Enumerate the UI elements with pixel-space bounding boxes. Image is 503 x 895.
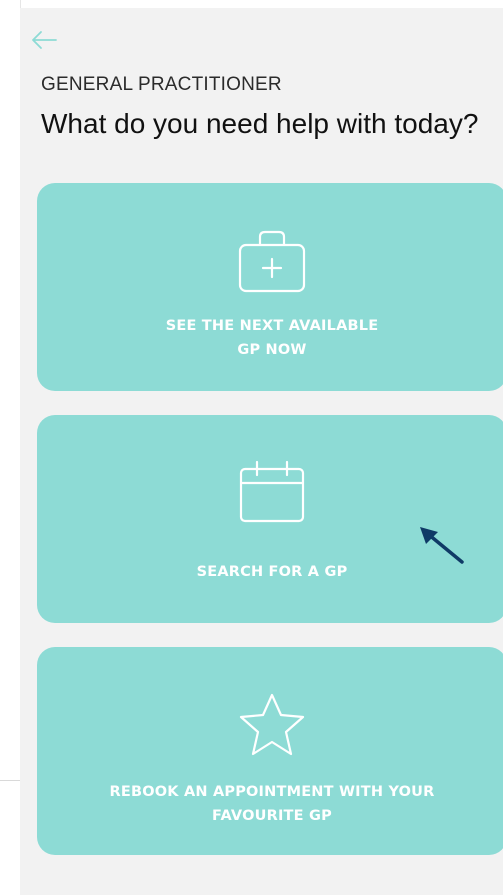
- card-label: REBOOK AN APPOINTMENT WITH YOUR FAVOURIT…: [77, 780, 467, 828]
- app-screen: GENERAL PRACTITIONER What do you need he…: [20, 8, 503, 895]
- card-label-line: REBOOK AN APPOINTMENT WITH YOUR: [109, 784, 435, 800]
- see-next-available-gp-button[interactable]: SEE THE NEXT AVAILABLE GP NOW: [37, 183, 503, 391]
- star-icon: [37, 691, 503, 759]
- pointer-arrow-icon: [420, 527, 464, 564]
- card-label-line: SEE THE NEXT AVAILABLE: [165, 318, 379, 334]
- page-subtitle: GENERAL PRACTITIONER: [41, 74, 282, 95]
- rebook-favourite-gp-button[interactable]: REBOOK AN APPOINTMENT WITH YOUR FAVOURIT…: [37, 647, 503, 855]
- back-arrow-icon: [32, 31, 57, 49]
- card-label-line: FAVOURITE GP: [212, 808, 332, 824]
- card-label-line: SEARCH FOR A GP: [196, 564, 348, 580]
- card-label: SEARCH FOR A GP: [77, 560, 467, 584]
- page-title: What do you need help with today?: [41, 108, 479, 139]
- left-edge-divider: [0, 780, 20, 781]
- card-label-line: GP NOW: [237, 342, 307, 358]
- search-for-gp-button[interactable]: SEARCH FOR A GP: [37, 415, 503, 623]
- left-edge-panel: [0, 0, 21, 780]
- card-label: SEE THE NEXT AVAILABLE GP NOW: [77, 314, 467, 362]
- back-button[interactable]: [30, 28, 60, 52]
- calendar-icon: [37, 459, 503, 525]
- medical-kit-icon: [37, 227, 503, 295]
